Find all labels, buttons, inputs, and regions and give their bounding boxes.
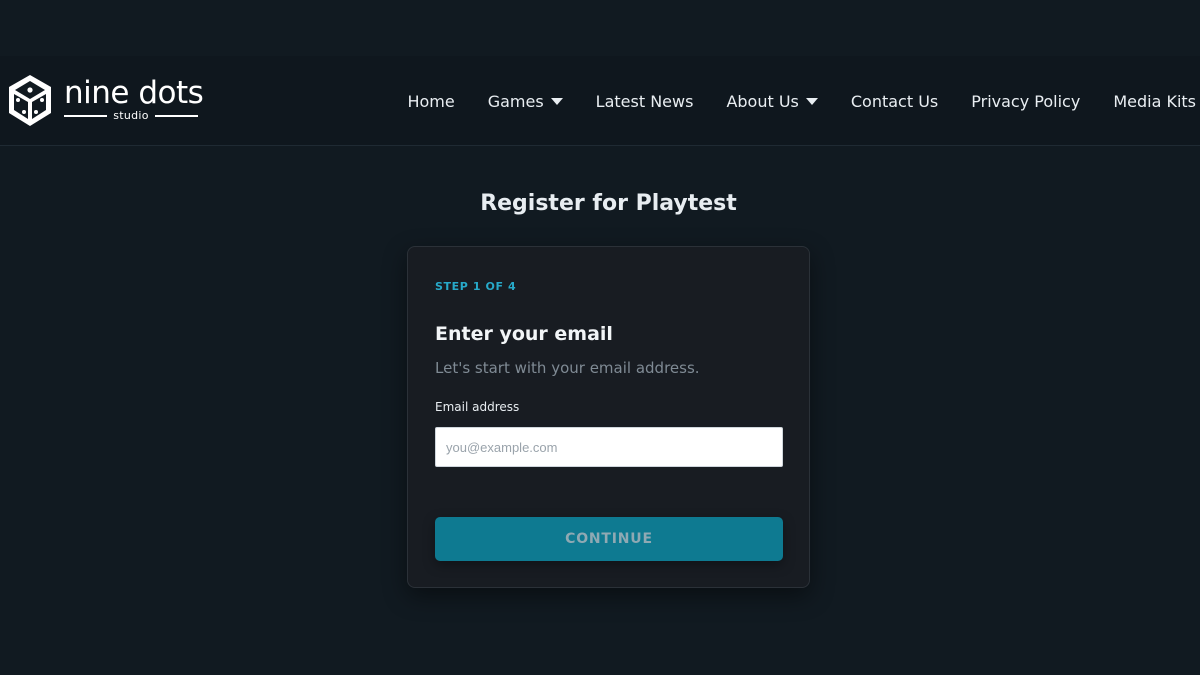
nav-label: Games [487, 91, 544, 111]
nav-label: About Us [726, 91, 799, 111]
nav-label: Latest News [595, 91, 694, 111]
email-label: Email address [435, 400, 520, 414]
logo-divider [154, 115, 198, 117]
main-nav: Home Games Latest News About Us Contact … [407, 56, 1196, 146]
continue-button[interactable]: CONTINUE [435, 517, 783, 561]
logo-wordmark: nine dots studio [64, 73, 204, 129]
logo-name: nine dots [64, 75, 204, 111]
page-title: Register for Playtest [480, 191, 737, 216]
registration-card: STEP 1 OF 4 Enter your email Let's start… [407, 246, 810, 588]
page: nine dots studio Home Games Latest News … [0, 0, 1200, 675]
nav-label: Home [407, 91, 455, 111]
nav-about-us[interactable]: About Us [726, 91, 818, 111]
logo-divider [64, 115, 108, 117]
nav-label: Privacy Policy [971, 91, 1081, 111]
site-logo[interactable]: nine dots studio [6, 73, 206, 129]
email-field[interactable] [435, 427, 783, 467]
logo-sub-word: studio [113, 109, 149, 122]
nav-media-kits[interactable]: Media Kits [1113, 92, 1196, 111]
nav-contact-us[interactable]: Contact Us [851, 92, 938, 111]
step-indicator: STEP 1 OF 4 [435, 280, 517, 293]
nav-label: Contact Us [850, 91, 939, 111]
nav-games[interactable]: Games [488, 92, 563, 111]
caret-down-icon [550, 98, 563, 105]
dice-logo-icon [9, 75, 51, 126]
card-subheading: Let's start with your email address. [435, 359, 700, 377]
caret-down-icon [805, 98, 818, 105]
logo-sub: studio [64, 110, 198, 122]
card-heading: Enter your email [435, 323, 613, 345]
nav-home[interactable]: Home [407, 92, 454, 111]
nav-label: Media Kits [1113, 91, 1196, 111]
site-header: nine dots studio Home Games Latest News … [0, 56, 1200, 146]
nav-privacy-policy[interactable]: Privacy Policy [971, 92, 1080, 111]
nav-latest-news[interactable]: Latest News [596, 92, 694, 111]
